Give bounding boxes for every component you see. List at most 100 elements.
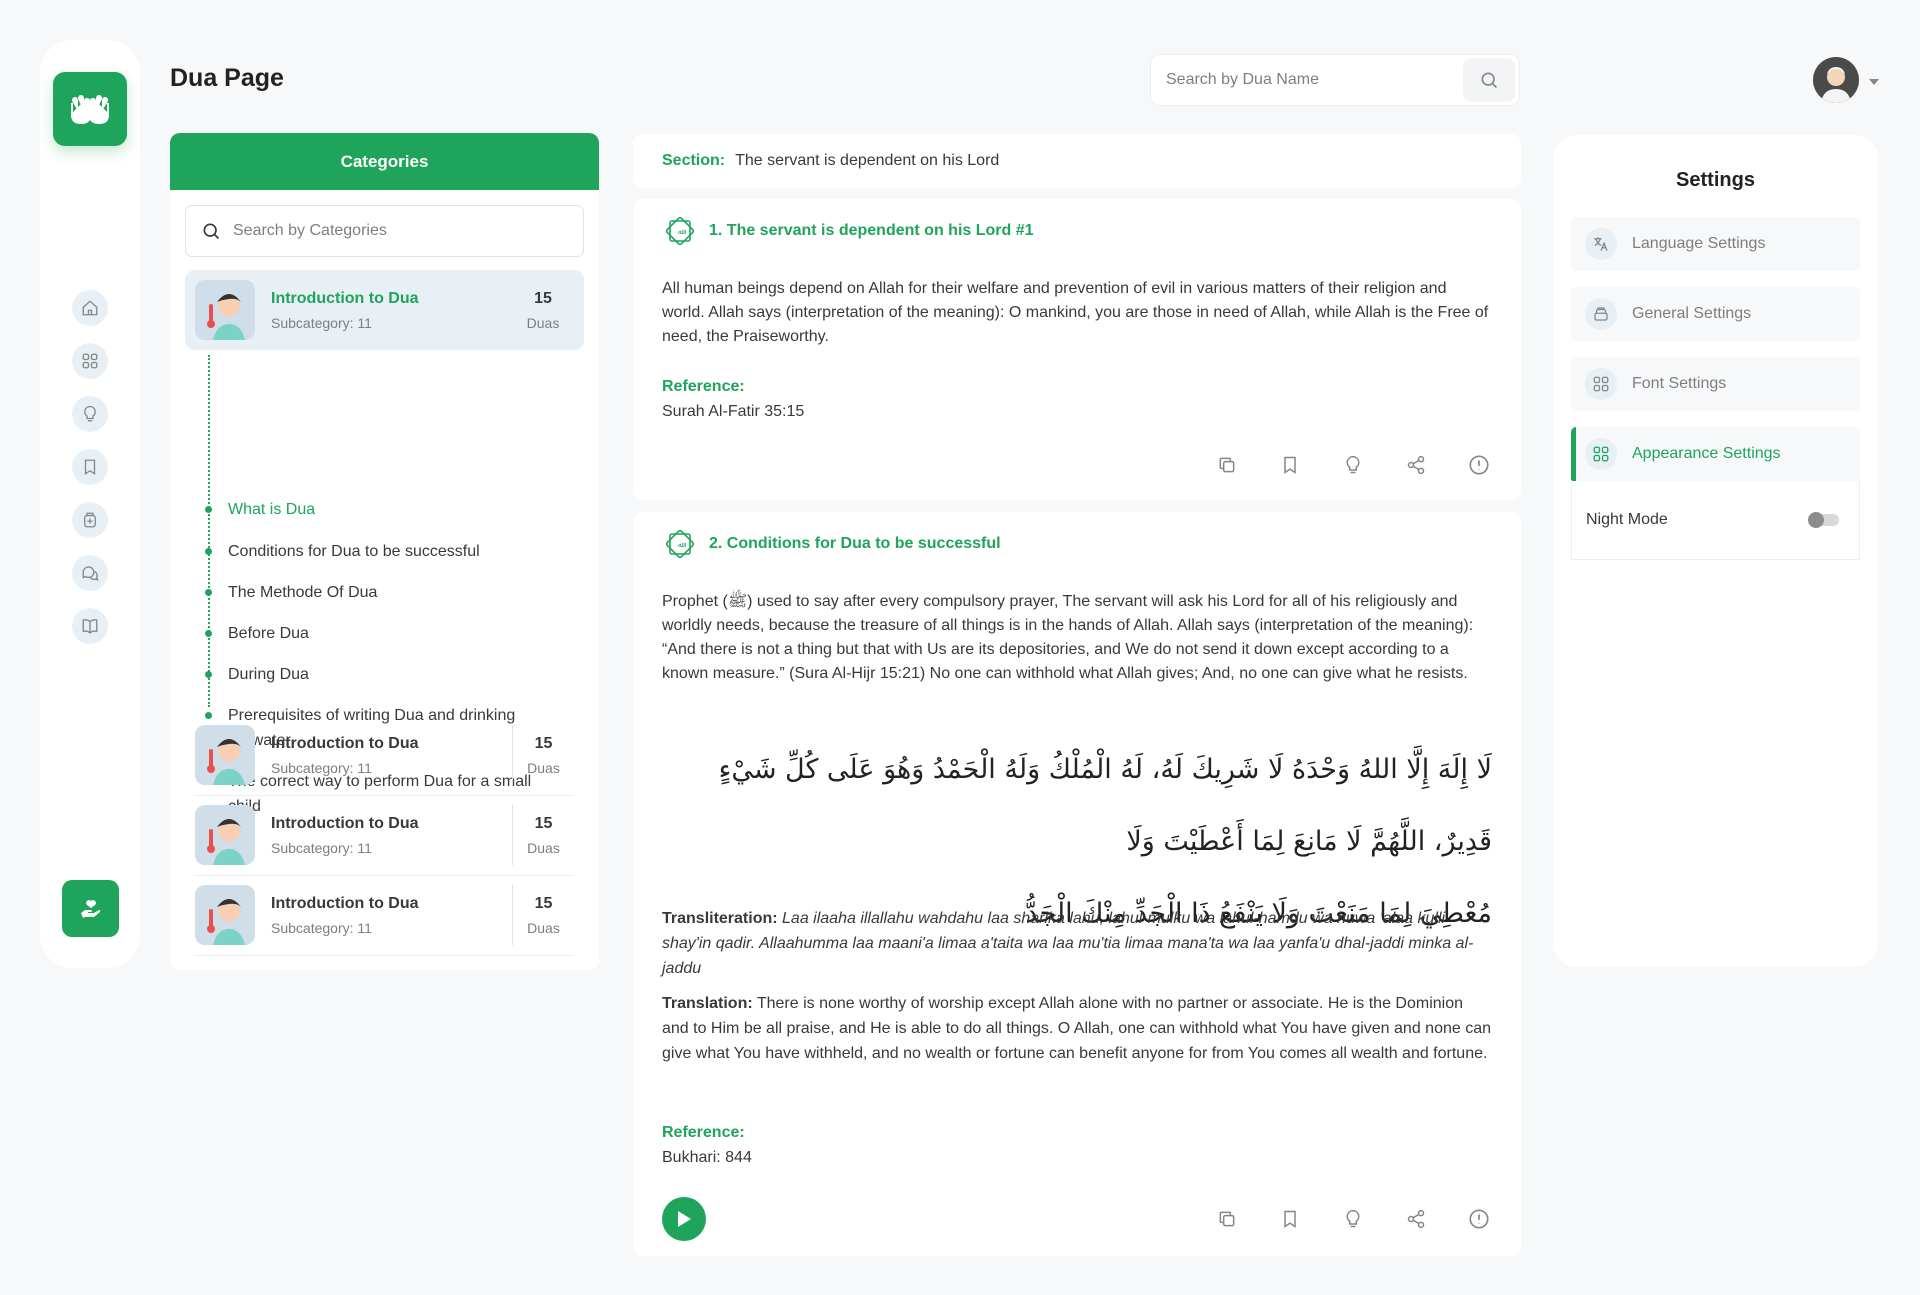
dua-count-label: Duas	[527, 919, 560, 936]
search-button[interactable]	[1463, 58, 1515, 102]
category-item[interactable]: Introduction to Dua Subcategory: 11 15 D…	[185, 875, 584, 955]
bookmark-icon	[1284, 456, 1296, 474]
category-search	[185, 205, 584, 257]
category-name: Introduction to Dua	[271, 289, 419, 307]
category-thumbnail	[195, 725, 255, 785]
chat-icon	[82, 566, 99, 582]
settings-label: Language Settings	[1632, 235, 1766, 252]
dua-search-input[interactable]	[1151, 55, 1463, 105]
copy-button[interactable]	[1215, 453, 1239, 477]
categories-header: Categories	[170, 133, 599, 190]
grid-icon	[1593, 446, 1609, 462]
settings-label: Appearance Settings	[1632, 445, 1781, 462]
divider	[195, 955, 574, 956]
svg-text:ﷲ: ﷲ	[678, 541, 686, 549]
category-search-input[interactable]	[233, 222, 583, 240]
share-icon	[1407, 1209, 1425, 1229]
transliteration: Transliteration: Laa ilaaha illallahu wa…	[662, 910, 1474, 977]
category-subcount: Subcategory: 11	[271, 919, 372, 936]
reference-value: Surah Al-Fatir 35:15	[662, 403, 805, 420]
praying-hands-icon	[67, 87, 113, 132]
subcategory-item[interactable]: Conditions for Dua to be successful	[205, 539, 538, 564]
lightbulb-icon	[1346, 1209, 1360, 1228]
translate-icon	[1594, 237, 1608, 251]
nav-bookmarks[interactable]	[72, 449, 108, 485]
category-name: Introduction to Dua	[271, 734, 419, 752]
appearance-settings[interactable]: Appearance Settings	[1571, 427, 1860, 481]
share-button[interactable]	[1404, 1207, 1428, 1231]
category-item[interactable]: Introduction to Dua Subcategory: 11 15 D…	[185, 715, 584, 795]
nav-memorize[interactable]	[72, 396, 108, 432]
bookmark-icon	[84, 459, 96, 476]
language-settings[interactable]: Language Settings	[1571, 217, 1860, 271]
donate-button[interactable]	[62, 880, 119, 937]
chevron-down-icon[interactable]	[1869, 73, 1879, 91]
svg-text:ﷲ: ﷲ	[678, 228, 686, 236]
category-item[interactable]: Introduction to Dua Subcategory: 11 15 D…	[185, 795, 584, 875]
report-button[interactable]	[1467, 453, 1491, 477]
search-icon	[1481, 72, 1498, 89]
dua-title: 2. Conditions for Dua to be successful	[709, 535, 1001, 552]
dua-count-label: Duas	[526, 314, 560, 331]
section-header: Section: The servant is dependent on his…	[633, 134, 1521, 188]
subcategory-item[interactable]: What is Dua	[205, 497, 538, 522]
category-thumbnail	[195, 280, 255, 340]
categories-panel: Categories Introduction to Dua Subcatego…	[170, 133, 599, 970]
settings-label: Font Settings	[1632, 375, 1727, 392]
reference-label: Reference:	[662, 1124, 745, 1141]
report-button[interactable]	[1467, 1207, 1491, 1231]
dua-search	[1150, 54, 1520, 106]
lightbulb-icon	[84, 405, 96, 422]
subcategory-item[interactable]: Before Dua	[205, 621, 538, 646]
memorize-button[interactable]	[1341, 453, 1365, 477]
general-settings[interactable]: General Settings	[1571, 287, 1860, 341]
home-icon	[82, 300, 98, 316]
bookmark-button[interactable]	[1278, 453, 1302, 477]
nav-categories[interactable]	[72, 343, 108, 379]
subcategory-item[interactable]: During Dua	[205, 662, 538, 687]
dua-card: ﷲ 2. Conditions for Dua to be successful…	[633, 512, 1521, 1256]
app-logo[interactable]	[53, 72, 127, 146]
font-settings[interactable]: Font Settings	[1571, 357, 1860, 411]
category-item-active[interactable]: Introduction to Dua Subcategory: 11 15 D…	[185, 270, 584, 350]
dua-text: All human beings depend on Allah for the…	[662, 280, 1489, 345]
bookmark-button[interactable]	[1278, 1207, 1302, 1231]
night-mode-toggle[interactable]	[1808, 511, 1839, 528]
dua-count-label: Duas	[527, 839, 560, 856]
report-icon	[1469, 455, 1489, 475]
allah-emblem-icon: ﷲ	[665, 529, 695, 559]
settings-title: Settings	[1676, 169, 1755, 191]
grid-icon	[82, 353, 98, 369]
category-subcount: Subcategory: 11	[271, 314, 372, 331]
section-title: The servant is dependent on his Lord	[735, 152, 1000, 169]
subcategory-item[interactable]: The Methode Of Dua	[205, 580, 538, 605]
search-icon	[203, 223, 220, 240]
user-avatar[interactable]	[1813, 57, 1859, 103]
memorize-button[interactable]	[1341, 1207, 1365, 1231]
nav-ruqyah[interactable]	[72, 502, 108, 538]
nav-chat[interactable]	[72, 555, 108, 591]
ruqyah-icon	[84, 512, 96, 528]
copy-button[interactable]	[1215, 1207, 1239, 1231]
layers-icon	[1594, 307, 1608, 321]
settings-label: General Settings	[1632, 305, 1752, 322]
dua-count: 15	[534, 894, 553, 912]
book-icon	[82, 619, 98, 634]
category-subcount: Subcategory: 11	[271, 839, 372, 856]
arabic-line: لَا إِلَهَ إِلَّا اللهُ وَحْدَهُ لَا شَر…	[718, 754, 1492, 857]
nav-home[interactable]	[72, 290, 108, 326]
allah-emblem-icon: ﷲ	[665, 216, 695, 246]
share-button[interactable]	[1404, 453, 1428, 477]
play-audio-button[interactable]	[662, 1197, 706, 1241]
category-thumbnail	[195, 805, 255, 865]
dua-text: Prophet (ﷺ) used to say after every comp…	[662, 593, 1474, 682]
share-icon	[1407, 455, 1425, 475]
settings-panel: Settings Language Settings General Setti…	[1553, 135, 1878, 967]
dua-title: 1. The servant is dependent on his Lord …	[709, 222, 1034, 239]
reference-label: Reference:	[662, 378, 745, 395]
nav-books[interactable]	[72, 608, 108, 644]
dua-actions	[1215, 1207, 1491, 1231]
dua-count: 15	[534, 814, 553, 832]
category-name: Introduction to Dua	[271, 894, 419, 912]
reference-value: Bukhari: 844	[662, 1149, 752, 1166]
